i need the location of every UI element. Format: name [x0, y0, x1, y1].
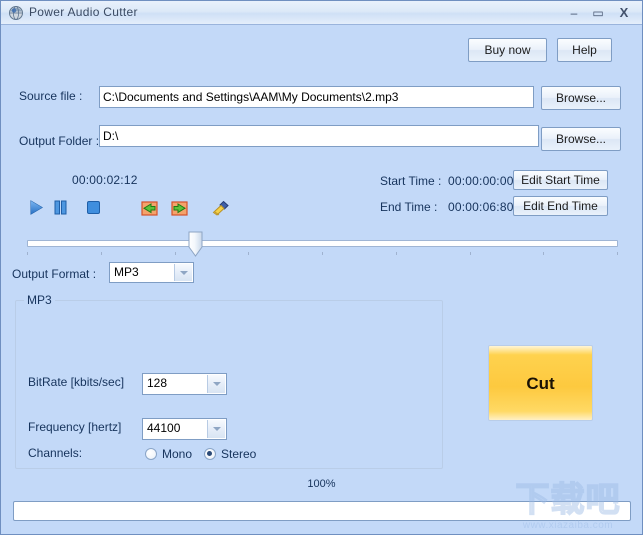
minimize-button[interactable]: –: [564, 5, 584, 21]
start-time-value: 00:00:00:00: [448, 174, 514, 188]
play-icon[interactable]: [27, 199, 44, 216]
source-browse-button[interactable]: Browse...: [541, 86, 621, 110]
progress-percent-text: 100%: [307, 478, 336, 490]
chevron-down-icon[interactable]: [174, 264, 192, 281]
help-button[interactable]: Help: [557, 38, 612, 62]
stop-icon[interactable]: [85, 199, 102, 216]
start-time-label: Start Time :: [380, 174, 442, 188]
clear-broom-icon[interactable]: [212, 200, 229, 217]
close-button[interactable]: X: [614, 5, 634, 21]
output-format-label: Output Format :: [12, 267, 97, 281]
mp3-settings-group: MP3 BitRate [kbits/sec] 128 Frequency [h…: [15, 293, 443, 469]
app-globe-icon: [8, 5, 24, 21]
progress-bar: [13, 501, 631, 521]
slider-track[interactable]: [27, 240, 618, 247]
output-folder-input[interactable]: D:\: [99, 125, 539, 147]
end-time-value: 00:00:06:80: [448, 200, 514, 214]
pause-icon[interactable]: [52, 199, 69, 216]
output-format-value: MP3: [114, 265, 139, 279]
bitrate-value: 128: [147, 376, 168, 390]
set-end-marker-icon[interactable]: [171, 200, 188, 217]
frequency-label: Frequency [hertz]: [28, 420, 122, 434]
channel-mono-radio[interactable]: [145, 448, 157, 460]
slider-tick-marks: [27, 252, 618, 258]
playback-position: 00:00:02:12: [72, 173, 138, 187]
chevron-down-icon[interactable]: [207, 375, 225, 393]
frequency-value: 44100: [147, 421, 181, 435]
buy-now-button[interactable]: Buy now: [468, 38, 547, 62]
maximize-button[interactable]: ▭: [588, 5, 608, 21]
power-audio-cutter-window: Power Audio Cutter – ▭ X Buy now Help So…: [0, 0, 643, 535]
output-folder-label: Output Folder :: [19, 134, 100, 148]
output-format-select[interactable]: MP3: [109, 262, 194, 283]
channel-mono-label: Mono: [162, 447, 193, 461]
source-file-input[interactable]: C:\Documents and Settings\AAM\My Documen…: [99, 86, 534, 108]
edit-start-time-button[interactable]: Edit Start Time: [513, 170, 608, 190]
mp3-group-title: MP3: [24, 293, 55, 307]
cut-button[interactable]: Cut: [488, 345, 593, 421]
frequency-select[interactable]: 44100: [142, 418, 227, 440]
set-start-marker-icon[interactable]: [141, 200, 158, 217]
source-file-label: Source file :: [19, 89, 83, 103]
edit-end-time-button[interactable]: Edit End Time: [513, 196, 608, 216]
titlebar: Power Audio Cutter – ▭ X: [1, 1, 642, 25]
channel-stereo-label: Stereo: [221, 447, 257, 461]
cut-button-label: Cut: [526, 374, 555, 393]
chevron-down-icon[interactable]: [207, 420, 225, 438]
watermark-url-text: www.xiazaiba.com: [522, 520, 614, 531]
bitrate-select[interactable]: 128: [142, 373, 227, 395]
end-time-label: End Time :: [380, 200, 438, 214]
bitrate-label: BitRate [kbits/sec]: [28, 375, 125, 389]
channel-stereo-radio[interactable]: [204, 448, 216, 460]
channels-label: Channels:: [28, 446, 83, 460]
position-slider[interactable]: [27, 231, 618, 259]
output-folder-browse-button[interactable]: Browse...: [541, 127, 621, 151]
window-title: Power Audio Cutter: [29, 5, 138, 19]
